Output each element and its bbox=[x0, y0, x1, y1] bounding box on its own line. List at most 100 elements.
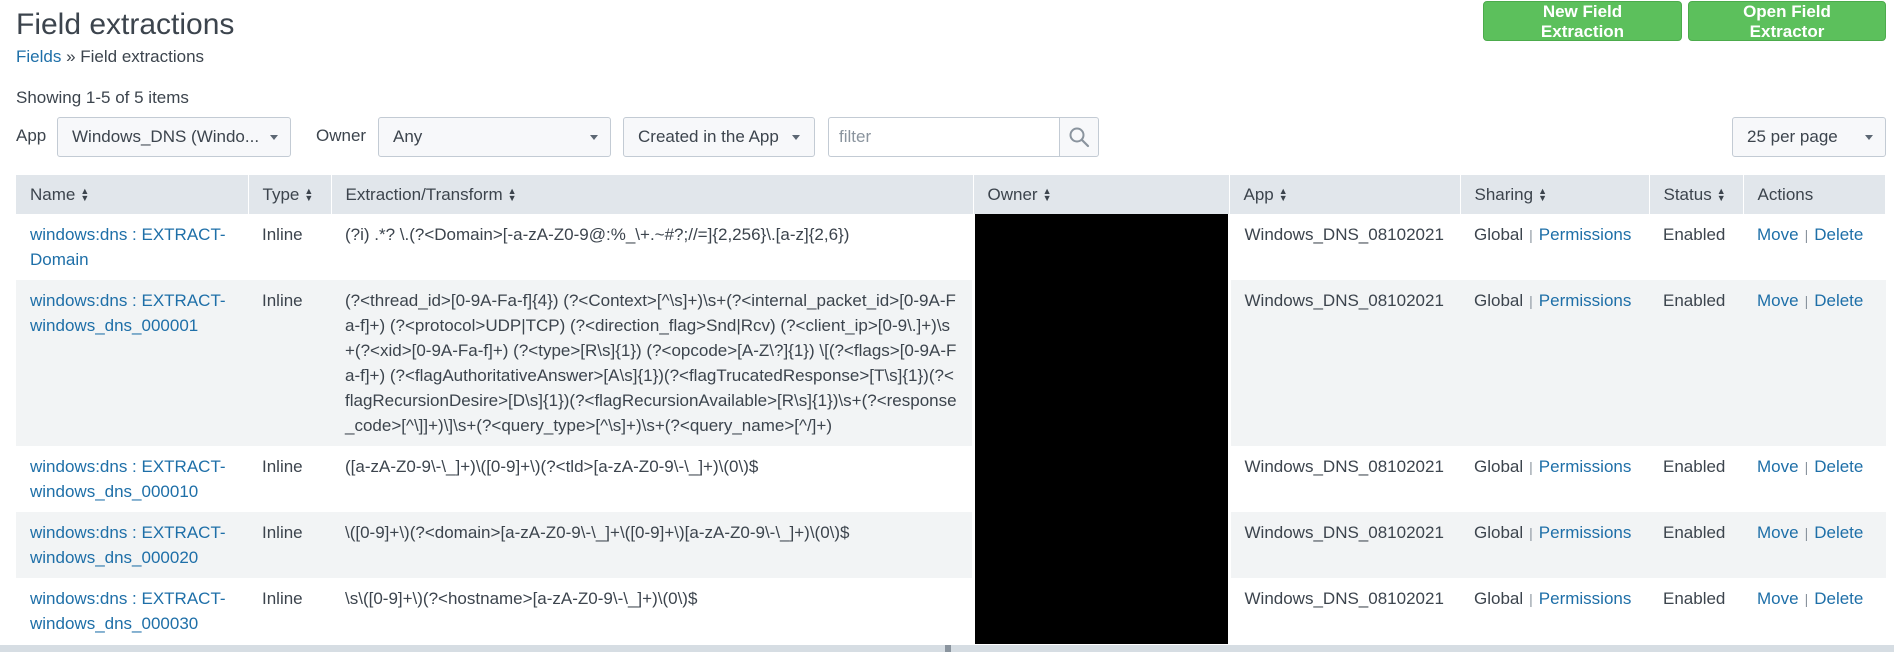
scrollbar-thumb[interactable] bbox=[945, 645, 951, 652]
sharing-cell: Global | Permissions bbox=[1460, 214, 1649, 280]
sort-icon: ▲ ▼ bbox=[507, 186, 517, 204]
owner-filter-value: Any bbox=[393, 127, 423, 146]
sharing-value: Global bbox=[1474, 291, 1524, 310]
field-extractions-table: Name ▲ ▼ Type ▲ ▼ Extraction/Transform ▲ ▼ Own… bbox=[16, 175, 1886, 644]
owner-filter-dropdown[interactable]: Any bbox=[378, 117, 611, 157]
separator: | bbox=[1529, 525, 1533, 541]
sort-icon: ▲ ▼ bbox=[1042, 186, 1052, 204]
scope-filter-dropdown[interactable]: Created in the App bbox=[623, 117, 815, 157]
search-icon bbox=[1069, 127, 1090, 148]
type-cell: Inline bbox=[262, 589, 303, 608]
table-row: windows:dns : EXTRACT-windows_dns_000020… bbox=[16, 512, 1886, 578]
per-page-value: 25 per page bbox=[1747, 127, 1838, 146]
sort-icon: ▲ ▼ bbox=[1716, 186, 1726, 204]
separator: | bbox=[1804, 227, 1809, 243]
extraction-name-link[interactable]: windows:dns : EXTRACT-windows_dns_000010 bbox=[30, 457, 226, 501]
caret-down-icon bbox=[792, 135, 800, 140]
sharing-cell: Global | Permissions bbox=[1460, 280, 1649, 446]
sort-icon: ▲ ▼ bbox=[1538, 186, 1548, 204]
sharing-cell: Global | Permissions bbox=[1460, 446, 1649, 512]
sort-icon: ▲ ▼ bbox=[80, 186, 90, 204]
sharing-cell: Global | Permissions bbox=[1460, 512, 1649, 578]
extraction-name-link[interactable]: windows:dns : EXTRACT-windows_dns_000020 bbox=[30, 523, 226, 567]
app-cell: Windows_DNS_08102021 bbox=[1244, 225, 1444, 244]
move-link[interactable]: Move bbox=[1757, 291, 1799, 310]
permissions-link[interactable]: Permissions bbox=[1539, 589, 1632, 608]
permissions-link[interactable]: Permissions bbox=[1539, 225, 1632, 244]
search-button[interactable] bbox=[1059, 117, 1099, 157]
status-cell: Enabled bbox=[1663, 225, 1726, 244]
column-header-owner[interactable]: Owner ▲ ▼ bbox=[973, 175, 1230, 214]
sharing-value: Global bbox=[1474, 457, 1524, 476]
extraction-cell: \([0-9]+\)(?<domain>[a-zA-Z0-9\-\_]+\([0… bbox=[345, 523, 850, 542]
owner-filter-label: Owner bbox=[316, 126, 367, 145]
filter-input[interactable] bbox=[828, 117, 1060, 157]
permissions-link[interactable]: Permissions bbox=[1539, 457, 1632, 476]
sharing-value: Global bbox=[1474, 225, 1524, 244]
breadcrumb-current: Field extractions bbox=[80, 47, 205, 66]
column-header-type[interactable]: Type ▲ ▼ bbox=[248, 175, 332, 214]
extraction-name-link[interactable]: windows:dns : EXTRACT-Domain bbox=[30, 225, 226, 269]
delete-link[interactable]: Delete bbox=[1814, 457, 1863, 476]
separator: | bbox=[1804, 293, 1809, 309]
actions-cell: Move | Delete bbox=[1743, 280, 1886, 446]
column-header-sharing[interactable]: Sharing ▲ ▼ bbox=[1460, 175, 1650, 214]
page-title: Field extractions bbox=[16, 8, 235, 41]
move-link[interactable]: Move bbox=[1757, 589, 1799, 608]
separator: | bbox=[1529, 459, 1533, 475]
status-cell: Enabled bbox=[1663, 523, 1726, 542]
breadcrumb: Fields » Field extractions bbox=[16, 47, 204, 67]
separator: | bbox=[1529, 293, 1533, 309]
new-field-extraction-button[interactable]: New Field Extraction bbox=[1483, 1, 1682, 41]
permissions-link[interactable]: Permissions bbox=[1539, 291, 1632, 310]
scope-filter-value: Created in the App bbox=[638, 127, 779, 146]
app-cell: Windows_DNS_08102021 bbox=[1244, 589, 1444, 608]
breadcrumb-separator: » bbox=[61, 47, 81, 66]
type-cell: Inline bbox=[262, 457, 303, 476]
move-link[interactable]: Move bbox=[1757, 225, 1799, 244]
table-row: windows:dns : EXTRACT-windows_dns_000030… bbox=[16, 578, 1886, 644]
table-row: windows:dns : EXTRACT-windows_dns_000010… bbox=[16, 446, 1886, 512]
sharing-value: Global bbox=[1474, 523, 1524, 542]
status-cell: Enabled bbox=[1663, 457, 1726, 476]
column-header-name[interactable]: Name ▲ ▼ bbox=[16, 175, 249, 214]
extraction-name-link[interactable]: windows:dns : EXTRACT-windows_dns_000030 bbox=[30, 589, 226, 633]
extraction-cell: (?<thread_id>[0-9A-Fa-f]{4}) (?<Context>… bbox=[345, 291, 957, 435]
extraction-cell: \s\([0-9]+\)(?<hostname>[a-zA-Z0-9\-\_]+… bbox=[345, 589, 698, 608]
breadcrumb-fields-link[interactable]: Fields bbox=[16, 47, 61, 66]
separator: | bbox=[1804, 459, 1809, 475]
extraction-name-link[interactable]: windows:dns : EXTRACT-windows_dns_000001 bbox=[30, 291, 226, 335]
caret-down-icon bbox=[1865, 135, 1873, 140]
caret-down-icon bbox=[270, 135, 278, 140]
status-cell: Enabled bbox=[1663, 589, 1726, 608]
column-header-extraction[interactable]: Extraction/Transform ▲ ▼ bbox=[331, 175, 974, 214]
sharing-value: Global bbox=[1474, 589, 1524, 608]
app-filter-dropdown[interactable]: Windows_DNS (Windo... bbox=[57, 117, 291, 157]
move-link[interactable]: Move bbox=[1757, 523, 1799, 542]
column-header-actions: Actions bbox=[1743, 175, 1886, 214]
app-cell: Windows_DNS_08102021 bbox=[1244, 457, 1444, 476]
open-field-extractor-button[interactable]: Open Field Extractor bbox=[1688, 1, 1886, 41]
item-count-summary: Showing 1-5 of 5 items bbox=[16, 88, 189, 107]
column-header-app[interactable]: App ▲ ▼ bbox=[1229, 175, 1461, 214]
table-row: windows:dns : EXTRACT-windows_dns_000001… bbox=[16, 280, 1886, 446]
actions-cell: Move | Delete bbox=[1743, 578, 1886, 644]
permissions-link[interactable]: Permissions bbox=[1539, 523, 1632, 542]
status-cell: Enabled bbox=[1663, 291, 1726, 310]
column-header-status[interactable]: Status ▲ ▼ bbox=[1649, 175, 1744, 214]
type-cell: Inline bbox=[262, 523, 303, 542]
move-link[interactable]: Move bbox=[1757, 457, 1799, 476]
app-cell: Windows_DNS_08102021 bbox=[1244, 523, 1444, 542]
delete-link[interactable]: Delete bbox=[1814, 589, 1863, 608]
type-cell: Inline bbox=[262, 291, 303, 310]
delete-link[interactable]: Delete bbox=[1814, 291, 1863, 310]
extraction-cell: (?i) .*? \.(?<Domain>[-a-zA-Z0-9@:%_\+.~… bbox=[345, 225, 850, 244]
table-header-row: Name ▲ ▼ Type ▲ ▼ Extraction/Transform ▲ ▼ Own… bbox=[16, 175, 1886, 214]
field-extractions-page: Field extractions Fields » Field extract… bbox=[0, 0, 1894, 652]
sort-icon: ▲ ▼ bbox=[304, 186, 314, 204]
delete-link[interactable]: Delete bbox=[1814, 523, 1863, 542]
delete-link[interactable]: Delete bbox=[1814, 225, 1863, 244]
per-page-dropdown[interactable]: 25 per page bbox=[1732, 117, 1886, 157]
sort-icon: ▲ ▼ bbox=[1278, 186, 1288, 204]
table-row: windows:dns : EXTRACT-Domain Inline (?i)… bbox=[16, 214, 1886, 644]
